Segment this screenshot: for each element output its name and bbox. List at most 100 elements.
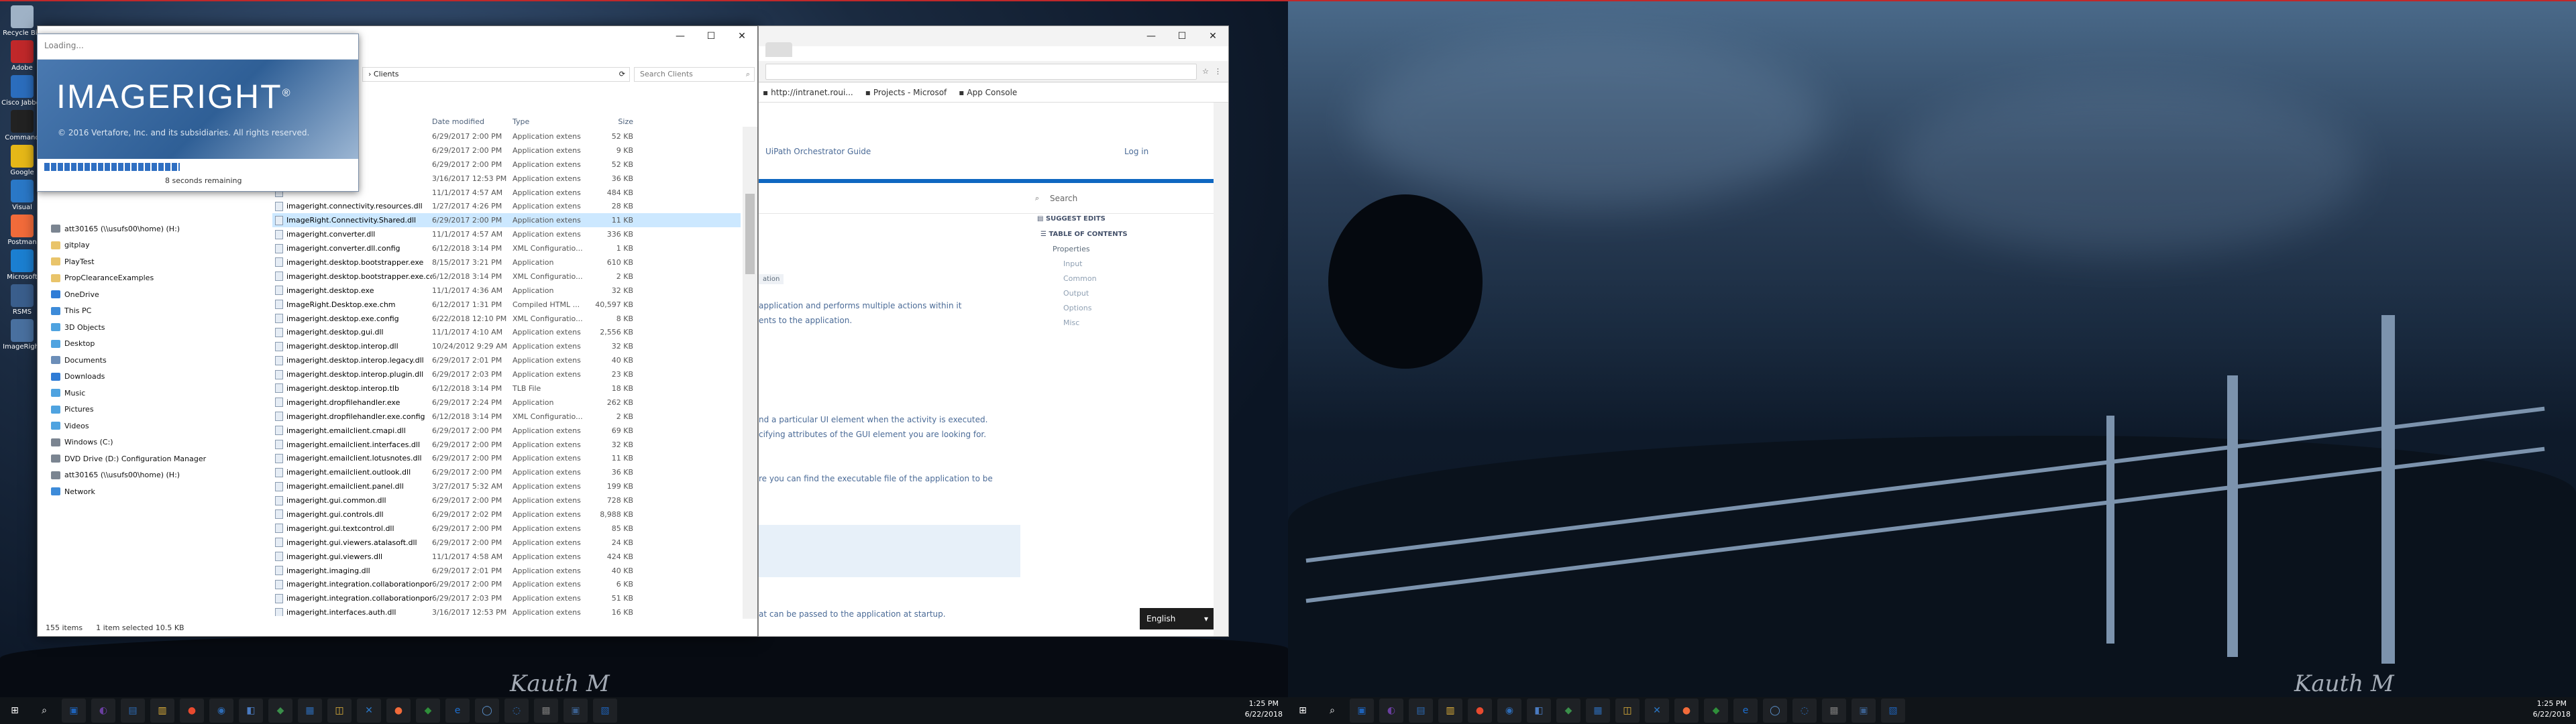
guide-link[interactable]: UiPath Orchestrator Guide bbox=[765, 147, 871, 156]
table-row[interactable]: imageright.gui.viewers.atalasoft.dll 6/29… bbox=[272, 536, 741, 550]
table-row[interactable]: imageright.imaging.dll 6/29/2017 2:01 PM A… bbox=[272, 564, 741, 578]
file-list[interactable]: 6/29/2017 2:00 PM Application extens 52 KB… bbox=[272, 129, 741, 616]
taskbar-app-icon[interactable]: ⌕ bbox=[1320, 699, 1344, 723]
taskbar-app-icon[interactable]: ● bbox=[180, 699, 204, 723]
table-row[interactable]: imageright.connectivity.resources.dll 1/2… bbox=[272, 199, 741, 213]
table-row[interactable]: imageright.desktop.gui.dll 11/1/2017 4:10… bbox=[272, 325, 741, 339]
taskbar-app-icon[interactable]: ● bbox=[1674, 699, 1699, 723]
bookmark[interactable]: ▪ Projects - Microsof bbox=[865, 88, 947, 97]
taskbar-app-icon[interactable]: ▥ bbox=[1438, 699, 1462, 723]
nav-item[interactable]: att30165 (\\usufs00\home) (H:) bbox=[51, 221, 259, 237]
table-row[interactable]: imageright.dropfilehandler.exe.config 6/1… bbox=[272, 410, 741, 424]
login-link[interactable]: Log in bbox=[1124, 147, 1148, 156]
table-row[interactable]: imageright.emailclient.interfaces.dll 6/2… bbox=[272, 438, 741, 452]
bookmark[interactable]: ▪ http://intranet.roui... bbox=[763, 88, 853, 97]
taskbar-app-icon[interactable]: ◐ bbox=[91, 699, 115, 723]
taskbar-app-icon[interactable]: ▣ bbox=[1350, 699, 1374, 723]
taskbar-app-icon[interactable]: ▦ bbox=[1586, 699, 1610, 723]
refresh-icon[interactable]: ⟳ bbox=[619, 68, 625, 81]
browser-window[interactable]: — ☐ ✕ ☆ ⋮ ▪ http://intranet.roui... ▪ Proje… bbox=[758, 25, 1229, 637]
table-row[interactable]: ImageRight.Desktop.exe.chm 6/12/2017 1:31… bbox=[272, 298, 741, 312]
taskbar-app-icon[interactable]: ◆ bbox=[1704, 699, 1728, 723]
breadcrumb[interactable]: › Clients ⟳ bbox=[362, 67, 630, 82]
taskbar-app-icon[interactable]: ✕ bbox=[357, 699, 381, 723]
taskbar-app-icon[interactable]: ⊞ bbox=[1291, 699, 1315, 723]
close-button[interactable]: ✕ bbox=[727, 26, 757, 46]
taskbar-app-icon[interactable]: ▩ bbox=[534, 699, 558, 723]
taskbar-app-icon[interactable]: ▥ bbox=[150, 699, 174, 723]
taskbar-app-icon[interactable]: ◫ bbox=[1615, 699, 1640, 723]
taskbar-app-icon[interactable]: ▧ bbox=[1881, 699, 1905, 723]
nav-item[interactable]: 3D Objects bbox=[51, 319, 259, 336]
table-row[interactable]: imageright.desktop.exe.config 6/22/2018 1… bbox=[272, 312, 741, 326]
nav-item[interactable]: att30165 (\\usufs00\home) (H:) bbox=[51, 467, 259, 484]
column-date[interactable]: Date modified bbox=[432, 117, 513, 129]
taskbar-app-icon[interactable]: ● bbox=[1468, 699, 1492, 723]
table-row[interactable]: imageright.emailclient.cmapi.dll 6/29/201… bbox=[272, 424, 741, 438]
taskbar-app-icon[interactable]: ▧ bbox=[593, 699, 617, 723]
table-row[interactable]: imageright.gui.common.dll 6/29/2017 2:00 … bbox=[272, 493, 741, 507]
table-row[interactable]: imageright.desktop.interop.plugin.dll 6/2… bbox=[272, 367, 741, 381]
column-type[interactable]: Type bbox=[513, 117, 593, 129]
nav-item[interactable]: Desktop bbox=[51, 336, 259, 353]
taskbar-app-icon[interactable]: ◯ bbox=[1763, 699, 1787, 723]
nav-item[interactable]: Network bbox=[51, 483, 259, 500]
table-row[interactable]: imageright.integration.collaborationport… bbox=[272, 578, 741, 592]
browser-scrollbar[interactable] bbox=[1214, 103, 1228, 636]
taskbar-app-icon[interactable]: ◌ bbox=[1792, 699, 1817, 723]
close-button[interactable]: ✕ bbox=[1197, 26, 1228, 46]
taskbar-app-icon[interactable]: e bbox=[445, 699, 470, 723]
taskbar-app-icon[interactable]: ◉ bbox=[209, 699, 233, 723]
table-row[interactable]: imageright.desktop.bootstrapper.exe.conf… bbox=[272, 269, 741, 284]
taskbar-app-icon[interactable]: ▩ bbox=[1822, 699, 1846, 723]
table-row[interactable]: imageright.converter.dll 11/1/2017 4:57 A… bbox=[272, 227, 741, 241]
toc-item[interactable]: Common bbox=[1040, 272, 1128, 286]
table-row[interactable]: imageright.emailclient.lotusnotes.dll 6/2… bbox=[272, 451, 741, 465]
table-row[interactable]: imageright.gui.viewers.dll 11/1/2017 4:58… bbox=[272, 550, 741, 564]
taskbar-app-icon[interactable]: ◉ bbox=[1497, 699, 1521, 723]
taskbar-app-icon[interactable]: ◯ bbox=[475, 699, 499, 723]
nav-item[interactable]: Music bbox=[51, 385, 259, 402]
scrollbar[interactable] bbox=[743, 127, 757, 619]
table-row[interactable]: imageright.dropfilehandler.exe 6/29/2017 … bbox=[272, 396, 741, 410]
nav-item[interactable]: Videos bbox=[51, 418, 259, 434]
nav-item[interactable]: gitplay bbox=[51, 237, 259, 254]
site-search-placeholder[interactable]: Search bbox=[1050, 194, 1077, 203]
nav-item[interactable]: PlayTest bbox=[51, 253, 259, 270]
browser-tab[interactable] bbox=[765, 42, 792, 57]
taskbar-app-icon[interactable]: ✕ bbox=[1645, 699, 1669, 723]
taskbar-app-icon[interactable]: ▣ bbox=[1851, 699, 1876, 723]
taskbar-app-icon[interactable]: ⊞ bbox=[3, 699, 27, 723]
maximize-button[interactable]: ☐ bbox=[1167, 26, 1197, 46]
table-row[interactable]: imageright.desktop.bootstrapper.exe 8/15/… bbox=[272, 255, 741, 269]
address-bar[interactable]: › Clients ⟳ Search Clients ⌕ bbox=[360, 66, 757, 82]
taskbar-app-icon[interactable]: ◫ bbox=[327, 699, 352, 723]
toc-item[interactable]: Options bbox=[1040, 301, 1128, 316]
url-bar[interactable]: ☆ ⋮ bbox=[759, 61, 1228, 82]
taskbar-app-icon[interactable]: ▣ bbox=[564, 699, 588, 723]
system-clock[interactable]: 1:25 PM 6/22/2018 bbox=[1245, 699, 1283, 720]
nav-item[interactable]: OneDrive bbox=[51, 286, 259, 303]
taskbar-app-icon[interactable]: ◆ bbox=[268, 699, 292, 723]
taskbar-app-icon[interactable]: ◧ bbox=[1527, 699, 1551, 723]
site-search[interactable]: ⌕ Search bbox=[759, 184, 1214, 214]
nav-item[interactable]: PropClearanceExamples bbox=[51, 270, 259, 287]
table-row[interactable]: imageright.desktop.exe 11/1/2017 4:36 AM A… bbox=[272, 284, 741, 298]
taskbar-app-icon[interactable]: ● bbox=[386, 699, 411, 723]
nav-item[interactable]: Documents bbox=[51, 352, 259, 369]
table-row[interactable]: imageright.gui.controls.dll 6/29/2017 2:0… bbox=[272, 507, 741, 522]
nav-item[interactable]: Windows (C:) bbox=[51, 434, 259, 451]
nav-item[interactable]: DVD Drive (D:) Configuration Manager bbox=[51, 450, 259, 467]
taskbar-app-icon[interactable]: ▤ bbox=[1409, 699, 1433, 723]
menu-icon[interactable]: ⋮ bbox=[1214, 67, 1222, 76]
nav-item[interactable]: Pictures bbox=[51, 402, 259, 418]
minimize-button[interactable]: — bbox=[665, 26, 696, 46]
table-row[interactable]: imageright.desktop.interop.tlb 6/12/2018 … bbox=[272, 381, 741, 396]
taskbar-app-icon[interactable]: ◧ bbox=[239, 699, 263, 723]
scroll-thumb[interactable] bbox=[745, 194, 755, 274]
table-row[interactable]: imageright.converter.dll.config 6/12/2018… bbox=[272, 241, 741, 255]
minimize-button[interactable]: — bbox=[1136, 26, 1167, 46]
star-icon[interactable]: ☆ bbox=[1202, 67, 1209, 76]
bookmark[interactable]: ▪ App Console bbox=[959, 88, 1017, 97]
browser-titlebar[interactable]: — ☐ ✕ bbox=[759, 26, 1228, 46]
